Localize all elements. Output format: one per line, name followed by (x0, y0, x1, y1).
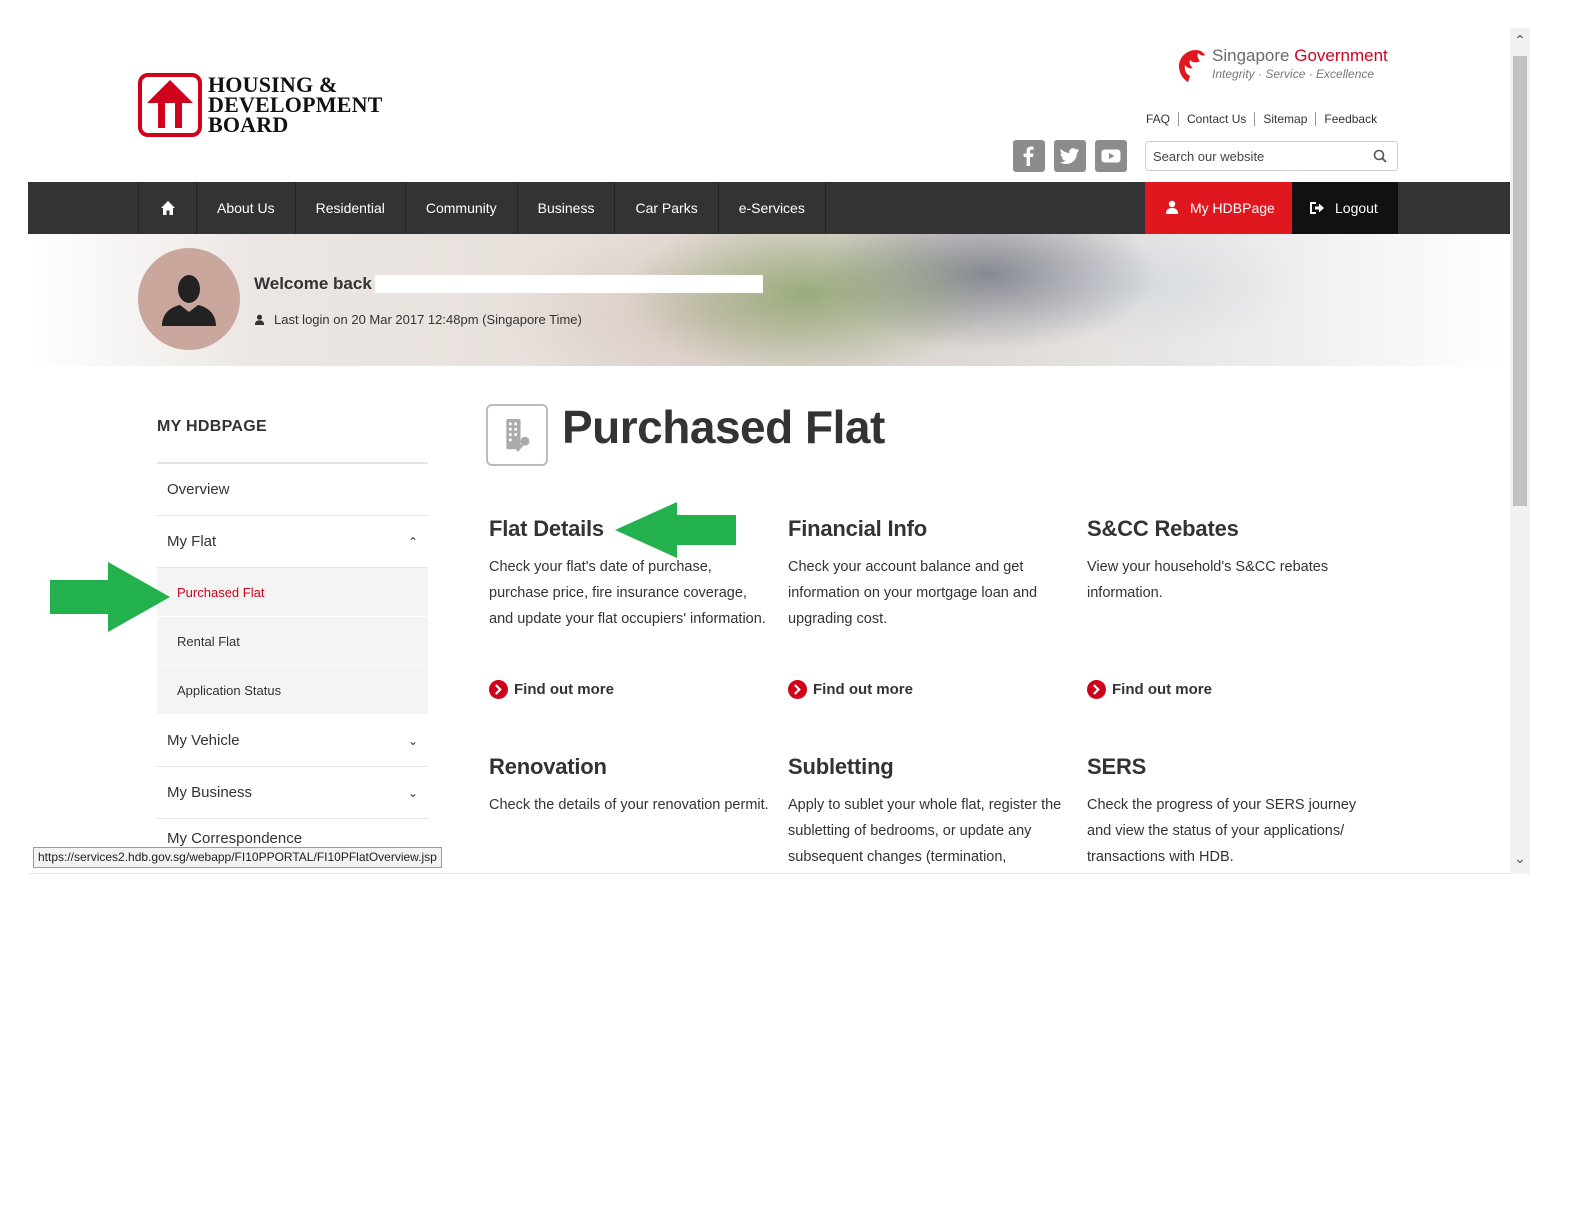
chevron-right-icon (788, 680, 807, 699)
sidebar-item-my-correspondence[interactable]: My Correspondence (157, 819, 428, 849)
card-text: Check your flat's date of purchase, purc… (489, 559, 766, 627)
sidebar-item-my-flat[interactable]: My Flat ⌃ (157, 516, 428, 568)
twitter-button[interactable] (1054, 140, 1086, 172)
user-silhouette-icon (162, 275, 216, 326)
scroll-down-icon[interactable]: ⌄ (1510, 848, 1530, 868)
search-icon[interactable] (1373, 149, 1387, 163)
logout-button[interactable]: Logout (1292, 182, 1398, 234)
chevron-down-icon: ⌄ (407, 734, 418, 748)
sidebar-item-label: My Vehicle (167, 732, 240, 749)
gov-title: Singapore Government (1212, 46, 1388, 65)
utility-links: FAQ Contact Us Sitemap Feedback (1138, 112, 1385, 126)
sidebar-subitem-rental-flat[interactable]: Rental Flat (157, 617, 428, 666)
social-links (1013, 140, 1127, 172)
card-title: SERS (1087, 754, 1147, 779)
card-renovation: Renovation Check the details of your ren… (489, 754, 769, 818)
hdb-house-logo-icon (138, 73, 202, 137)
nav-home[interactable] (139, 182, 197, 234)
hdb-logo-text: HOUSING & DEVELOPMENT BOARD (208, 72, 383, 137)
card-title: Subletting (788, 754, 894, 779)
site-search (1145, 141, 1398, 171)
facebook-icon (1023, 146, 1034, 166)
my-hdbpage-button[interactable]: My HDBPage (1145, 182, 1292, 234)
user-icon (254, 314, 265, 325)
twitter-icon (1060, 148, 1079, 164)
card-title: S&CC Rebates (1087, 516, 1239, 541)
faq-link[interactable]: FAQ (1138, 112, 1178, 126)
card-text: Check the progress of your SERS journey … (1087, 797, 1357, 865)
sidebar-item-label: My Business (167, 784, 253, 801)
logout-label: Logout (1335, 200, 1378, 216)
gov-motto: Integrity · Service · Excellence (1212, 67, 1375, 81)
feedback-link[interactable]: Feedback (1315, 112, 1385, 126)
card-sers: SERS Check the progress of your SERS jou… (1087, 754, 1367, 870)
contact-us-link[interactable]: Contact Us (1178, 112, 1254, 126)
hdb-logo[interactable]: HOUSING & DEVELOPMENT BOARD (138, 73, 398, 137)
page-title: Purchased Flat (562, 401, 885, 453)
nav-car-parks[interactable]: Car Parks (615, 182, 719, 234)
sidebar-subitem-application-status[interactable]: Application Status (157, 666, 428, 715)
scrollbar[interactable]: ⌃ ⌄ (1510, 28, 1530, 874)
avatar (138, 248, 240, 350)
last-login-text: Last login on 20 Mar 2017 12:48pm (Singa… (274, 312, 582, 327)
user-icon (1166, 200, 1178, 214)
card-financial-info: Financial Info Check your account balanc… (788, 516, 1068, 632)
card-scc-rebates: S&CC Rebates View your household's S&CC … (1087, 516, 1367, 606)
sidebar-item-overview[interactable]: Overview (157, 464, 428, 516)
scroll-up-icon[interactable]: ⌃ (1510, 30, 1530, 50)
nav-e-services[interactable]: e-Services (719, 182, 826, 234)
financial-info-find-out-more[interactable]: Find out more (788, 680, 913, 699)
nav-about-us[interactable]: About Us (197, 182, 296, 234)
nav-residential[interactable]: Residential (296, 182, 406, 234)
sidebar-item-my-vehicle[interactable]: My Vehicle ⌄ (157, 715, 428, 767)
card-text: Apply to sublet your whole flat, registe… (788, 797, 1062, 865)
chevron-down-icon: ⌄ (407, 786, 418, 800)
card-text: View your household's S&CC rebates infor… (1087, 559, 1329, 601)
lion-head-icon (1179, 50, 1205, 82)
chevron-right-icon (1087, 680, 1106, 699)
purchased-flat-icon (486, 404, 548, 466)
youtube-button[interactable] (1095, 140, 1127, 172)
sidebar: MY HDBPAGE Overview My Flat ⌃ Purchased … (157, 418, 428, 849)
status-bar-url: https://services2.hdb.gov.sg/webapp/FI10… (33, 847, 442, 868)
welcome-banner: Welcome back Last login on 20 Mar 2017 1… (28, 234, 1510, 366)
chevron-right-icon (489, 680, 508, 699)
welcome-text: Welcome back (254, 274, 372, 293)
redacted-username (375, 275, 763, 293)
card-title: Financial Info (788, 516, 927, 541)
nav-community[interactable]: Community (406, 182, 518, 234)
card-text: Check the details of your renovation per… (489, 797, 769, 813)
card-title: Renovation (489, 754, 607, 779)
singapore-government-logo[interactable]: Singapore Government Integrity · Service… (1176, 46, 1396, 86)
sidebar-title: MY HDBPAGE (157, 418, 428, 464)
card-subletting: Subletting Apply to sublet your whole fl… (788, 754, 1068, 870)
my-hdbpage-label: My HDBPage (1190, 200, 1275, 216)
search-input[interactable] (1146, 142, 1361, 170)
home-icon (160, 201, 175, 215)
browser-viewport: HOUSING & DEVELOPMENT BOARD Singapore Go… (28, 28, 1530, 874)
card-text: Check your account balance and get infor… (788, 559, 1038, 627)
last-login: Last login on 20 Mar 2017 12:48pm (Singa… (254, 312, 582, 327)
sidebar-item-my-business[interactable]: My Business ⌄ (157, 767, 428, 819)
nav-business[interactable]: Business (518, 182, 616, 234)
building-key-icon (506, 419, 530, 452)
chevron-up-icon: ⌃ (407, 535, 418, 549)
annotation-arrow-left-icon (615, 502, 736, 558)
scrollbar-thumb[interactable] (1513, 56, 1527, 506)
annotation-arrow-right-icon (50, 562, 170, 632)
sidebar-subitem-purchased-flat[interactable]: Purchased Flat (157, 568, 428, 617)
flat-details-find-out-more[interactable]: Find out more (489, 680, 614, 699)
main-navigation: About Us Residential Community Business … (28, 182, 1510, 234)
scc-rebates-find-out-more[interactable]: Find out more (1087, 680, 1212, 699)
logout-icon (1310, 202, 1324, 214)
youtube-icon (1101, 149, 1121, 163)
sitemap-link[interactable]: Sitemap (1254, 112, 1315, 126)
sidebar-item-label: My Flat (167, 533, 217, 550)
facebook-button[interactable] (1013, 140, 1045, 172)
